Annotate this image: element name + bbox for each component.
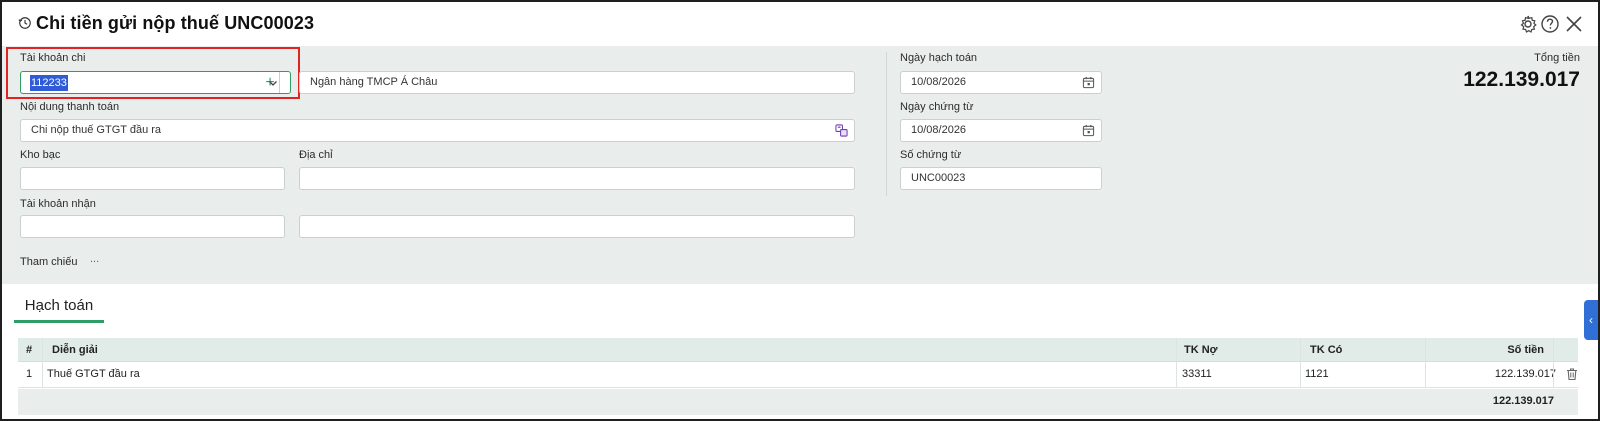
col-divider	[1425, 338, 1426, 388]
close-icon[interactable]	[1564, 14, 1584, 34]
receive-account-field[interactable]	[20, 215, 285, 238]
calendar-icon[interactable]	[1082, 76, 1095, 89]
table-footer: 122.139.017	[18, 389, 1578, 415]
treasury-label: Kho bạc	[20, 149, 61, 161]
col-index: #	[26, 344, 33, 356]
receive-account-name-field[interactable]	[299, 215, 855, 238]
col-amount: Số tiền	[1507, 344, 1544, 356]
reference-more-button[interactable]: ...	[90, 253, 99, 265]
total-amount: 122.139.017	[1463, 68, 1580, 91]
col-divider	[1300, 338, 1301, 388]
history-icon[interactable]	[18, 16, 32, 30]
table-header: # Diễn giải TK Nợ TK Có Số tiền	[18, 338, 1578, 362]
voucher-no-field[interactable]: UNC00023	[900, 167, 1102, 190]
voucher-date-value: 10/08/2026	[911, 124, 967, 136]
table-row[interactable]: 1 Thuế GTGT đầu ra 33311 1121 122.139.01…	[18, 362, 1578, 388]
content-value: Chi nộp thuế GTGT đầu ra	[31, 124, 162, 136]
row-debit[interactable]: 33311	[1182, 362, 1212, 387]
col-debit: TK Nợ	[1184, 344, 1218, 356]
receive-account-label: Tài khoản nhận	[20, 198, 96, 210]
footer-total: 122.139.017	[1492, 395, 1554, 407]
posting-date-label: Ngày hạch toán	[900, 52, 978, 64]
side-panel-toggle[interactable]: ‹	[1584, 300, 1598, 340]
active-tab-indicator	[14, 320, 104, 323]
col-divider	[1176, 338, 1177, 388]
voucher-date-field[interactable]: 10/08/2026	[900, 119, 1102, 142]
content-label: Nội dung thanh toán	[20, 101, 120, 113]
help-icon[interactable]	[1540, 14, 1560, 34]
treasury-field[interactable]	[20, 167, 285, 190]
translate-icon[interactable]	[835, 124, 848, 137]
row-description[interactable]: Thuế GTGT đầu ra	[47, 362, 140, 387]
col-credit: TK Có	[1310, 344, 1343, 356]
trash-icon[interactable]	[1565, 367, 1579, 381]
total-label: Tổng tiền	[1534, 52, 1580, 64]
gear-icon[interactable]	[1518, 14, 1538, 34]
address-field[interactable]	[299, 167, 855, 190]
col-divider	[42, 338, 43, 388]
col-divider	[1553, 338, 1554, 388]
row-index: 1	[26, 368, 33, 380]
bank-name-field[interactable]: Ngân hàng TMCP Á Châu	[299, 71, 855, 94]
window-header: Chi tiền gửi nộp thuế UNC00023	[2, 2, 1598, 46]
page-title: Chi tiền gửi nộp thuế UNC00023	[36, 13, 315, 33]
form-divider	[886, 52, 887, 196]
tab-accounting[interactable]: Hạch toán	[14, 296, 104, 323]
calendar-icon[interactable]	[1082, 124, 1095, 137]
row-amount[interactable]: 122.139.017	[1428, 362, 1556, 387]
account-label: Tài khoản chi	[20, 52, 86, 64]
reference-label: Tham chiếu	[20, 256, 78, 268]
voucher-no-label: Số chứng từ	[900, 149, 962, 161]
voucher-date-label: Ngày chứng từ	[900, 101, 974, 113]
row-credit[interactable]: 1121	[1305, 362, 1329, 387]
account-combobox[interactable]: 112233 +	[20, 71, 291, 94]
posting-date-field[interactable]: 10/08/2026	[900, 71, 1102, 94]
chevron-down-icon[interactable]	[266, 76, 280, 90]
content-field[interactable]: Chi nộp thuế GTGT đầu ra	[20, 119, 855, 142]
col-description: Diễn giải	[52, 344, 98, 356]
account-value[interactable]: 112233	[30, 75, 68, 91]
voucher-window: Chi tiền gửi nộp thuế UNC00023 Tài khoản…	[0, 0, 1600, 421]
posting-date-value: 10/08/2026	[911, 76, 967, 88]
address-label: Địa chỉ	[299, 149, 333, 161]
